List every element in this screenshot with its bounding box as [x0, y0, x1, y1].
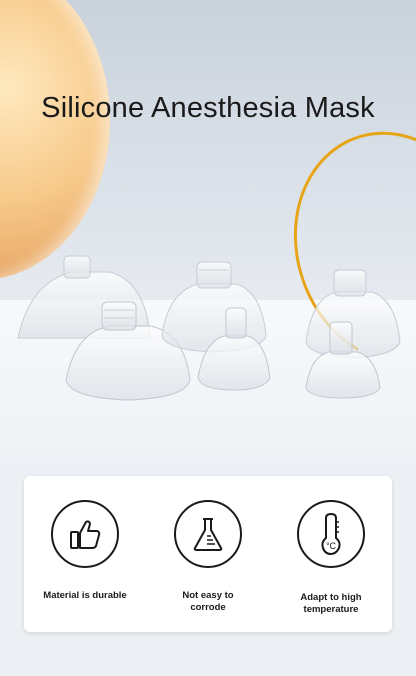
feature-label: Adapt to high temperature — [300, 592, 362, 615]
mask-product-photo — [17, 255, 401, 401]
feature-temperature: °C Adapt to high temperature — [270, 500, 392, 616]
feature-icon-circle — [51, 500, 119, 568]
hero-banner: Silicone Anesthesia Mask — [0, 0, 416, 462]
page-title: Silicone Anesthesia Mask — [41, 92, 375, 124]
thumbs-up-icon — [70, 520, 101, 549]
feature-icon-circle: °C — [297, 500, 365, 568]
features-card: Material is durable Not easy to corrode … — [24, 476, 392, 632]
flask-icon — [193, 518, 223, 551]
feature-durable: Material is durable — [24, 500, 146, 602]
feature-label: Not easy to corrode — [182, 590, 234, 613]
feature-label: Material is durable — [43, 590, 127, 601]
celsius-unit: °C — [326, 541, 337, 551]
thermometer-icon: °C — [321, 512, 341, 556]
feature-corrosion: Not easy to corrode — [147, 500, 269, 614]
mask-right-large — [305, 269, 401, 359]
feature-icon-circle — [174, 500, 242, 568]
